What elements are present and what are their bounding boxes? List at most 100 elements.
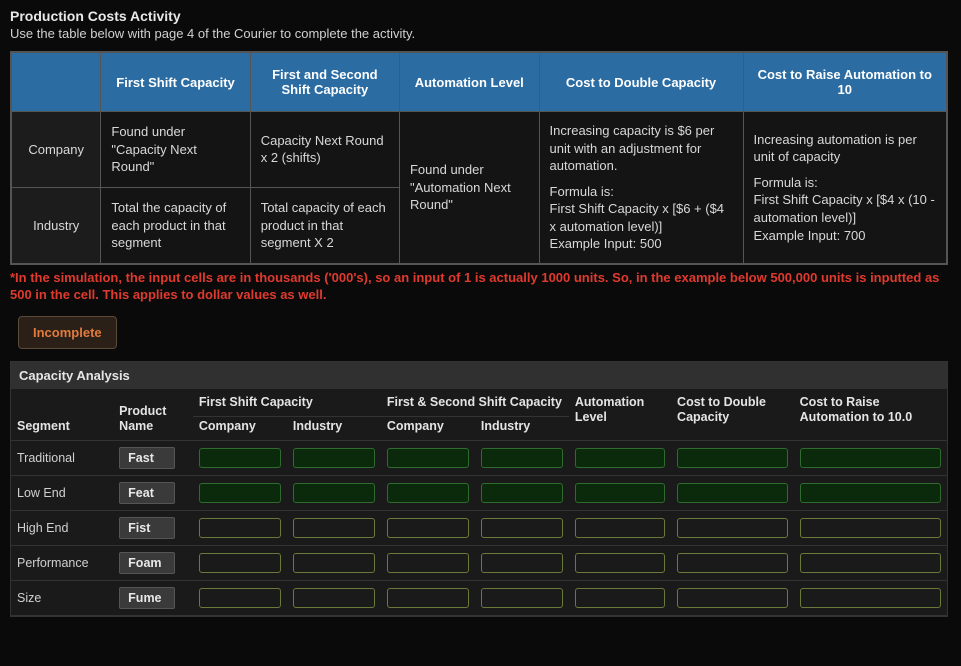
ref-header-raise-cost: Cost to Raise Automation to 10 [743, 52, 947, 112]
automation-input[interactable] [575, 588, 665, 608]
input-cell-raise [794, 440, 947, 475]
first-industry-input[interactable] [293, 518, 375, 538]
ref-raise-top: Increasing automation is per unit of cap… [754, 131, 937, 166]
second-company-input[interactable] [387, 553, 469, 573]
input-cell-first-company [193, 475, 287, 510]
ref-second-shift-company: Capacity Next Round x 2 (shifts) [250, 112, 399, 188]
col-segment: Segment [11, 389, 113, 441]
input-cell-automation [569, 440, 671, 475]
capacity-title: Capacity Analysis [11, 362, 947, 389]
second-industry-input[interactable] [481, 448, 563, 468]
input-cell-double [671, 580, 794, 615]
second-industry-input[interactable] [481, 483, 563, 503]
first-industry-input[interactable] [293, 483, 375, 503]
raise-input[interactable] [800, 448, 941, 468]
input-cell-automation [569, 545, 671, 580]
capacity-panel: Capacity Analysis Segment Product Name F… [10, 361, 948, 617]
table-row: Low End Feat [11, 475, 947, 510]
col-auto: Automation Level [569, 389, 671, 441]
table-row: TraditionalFast [11, 440, 947, 475]
ref-header-automation: Automation Level [399, 52, 539, 112]
ref-double-top: Increasing capacity is $6 per unit with … [550, 122, 733, 175]
product-name-cell: Fast [113, 440, 193, 475]
product-name: Fume [119, 587, 175, 609]
input-cell-first-industry [287, 510, 381, 545]
double-input[interactable] [677, 518, 788, 538]
ref-raise-formula-label: Formula is: [754, 175, 818, 190]
input-cell-double [671, 510, 794, 545]
second-company-input[interactable] [387, 483, 469, 503]
ref-header-first-shift: First Shift Capacity [101, 52, 250, 112]
second-industry-input[interactable] [481, 553, 563, 573]
input-cell-second-company [381, 580, 475, 615]
col-product: Product Name [113, 389, 193, 441]
input-cell-first-industry [287, 440, 381, 475]
col-first-company: Company [193, 416, 287, 440]
ref-row-industry: Industry [11, 187, 101, 263]
second-industry-input[interactable] [481, 518, 563, 538]
input-cell-second-industry [475, 440, 569, 475]
raise-input[interactable] [800, 588, 941, 608]
input-cell-second-company [381, 545, 475, 580]
input-cell-raise [794, 475, 947, 510]
input-cell-raise [794, 545, 947, 580]
ref-double-cost: Increasing capacity is $6 per unit with … [539, 112, 743, 264]
automation-input[interactable] [575, 448, 665, 468]
ref-row-company: Company [11, 112, 101, 188]
input-cell-second-company [381, 475, 475, 510]
raise-input[interactable] [800, 553, 941, 573]
first-industry-input[interactable] [293, 448, 375, 468]
table-row: PerformanceFoam [11, 545, 947, 580]
input-cell-first-industry [287, 580, 381, 615]
ref-header-second-shift: First and Second Shift Capacity [250, 52, 399, 112]
product-name-cell: Feat [113, 475, 193, 510]
double-input[interactable] [677, 588, 788, 608]
raise-input[interactable] [800, 518, 941, 538]
status-incomplete-button[interactable]: Incomplete [18, 316, 117, 349]
product-name-cell: Foam [113, 545, 193, 580]
input-cell-raise [794, 580, 947, 615]
automation-input[interactable] [575, 553, 665, 573]
input-cell-double [671, 440, 794, 475]
input-cell-first-industry [287, 545, 381, 580]
page-title: Production Costs Activity [10, 8, 951, 24]
ref-header-blank [11, 52, 101, 112]
col-first-industry: Industry [287, 416, 381, 440]
input-cell-second-industry [475, 580, 569, 615]
automation-input[interactable] [575, 518, 665, 538]
segment-label: Performance [11, 545, 113, 580]
ref-header-double-cost: Cost to Double Capacity [539, 52, 743, 112]
second-company-input[interactable] [387, 518, 469, 538]
segment-label: Low End [11, 475, 113, 510]
double-input[interactable] [677, 553, 788, 573]
reference-table: First Shift Capacity First and Second Sh… [10, 51, 948, 265]
second-company-input[interactable] [387, 588, 469, 608]
ref-double-example: Example Input: 500 [550, 236, 662, 251]
first-company-input[interactable] [199, 588, 281, 608]
first-company-input[interactable] [199, 518, 281, 538]
segment-label: Traditional [11, 440, 113, 475]
first-company-input[interactable] [199, 483, 281, 503]
raise-input[interactable] [800, 483, 941, 503]
first-company-input[interactable] [199, 553, 281, 573]
input-cell-second-industry [475, 545, 569, 580]
double-input[interactable] [677, 483, 788, 503]
input-cell-second-industry [475, 510, 569, 545]
table-row: High EndFist [11, 510, 947, 545]
second-company-input[interactable] [387, 448, 469, 468]
first-industry-input[interactable] [293, 553, 375, 573]
double-input[interactable] [677, 448, 788, 468]
input-cell-double [671, 545, 794, 580]
input-cell-automation [569, 510, 671, 545]
input-cell-raise [794, 510, 947, 545]
ref-double-formula-label: Formula is: [550, 184, 614, 199]
input-cell-first-company [193, 510, 287, 545]
second-industry-input[interactable] [481, 588, 563, 608]
input-cell-second-industry [475, 475, 569, 510]
input-cell-first-company [193, 580, 287, 615]
input-cell-second-company [381, 510, 475, 545]
product-name: Feat [119, 482, 175, 504]
first-company-input[interactable] [199, 448, 281, 468]
automation-input[interactable] [575, 483, 665, 503]
first-industry-input[interactable] [293, 588, 375, 608]
